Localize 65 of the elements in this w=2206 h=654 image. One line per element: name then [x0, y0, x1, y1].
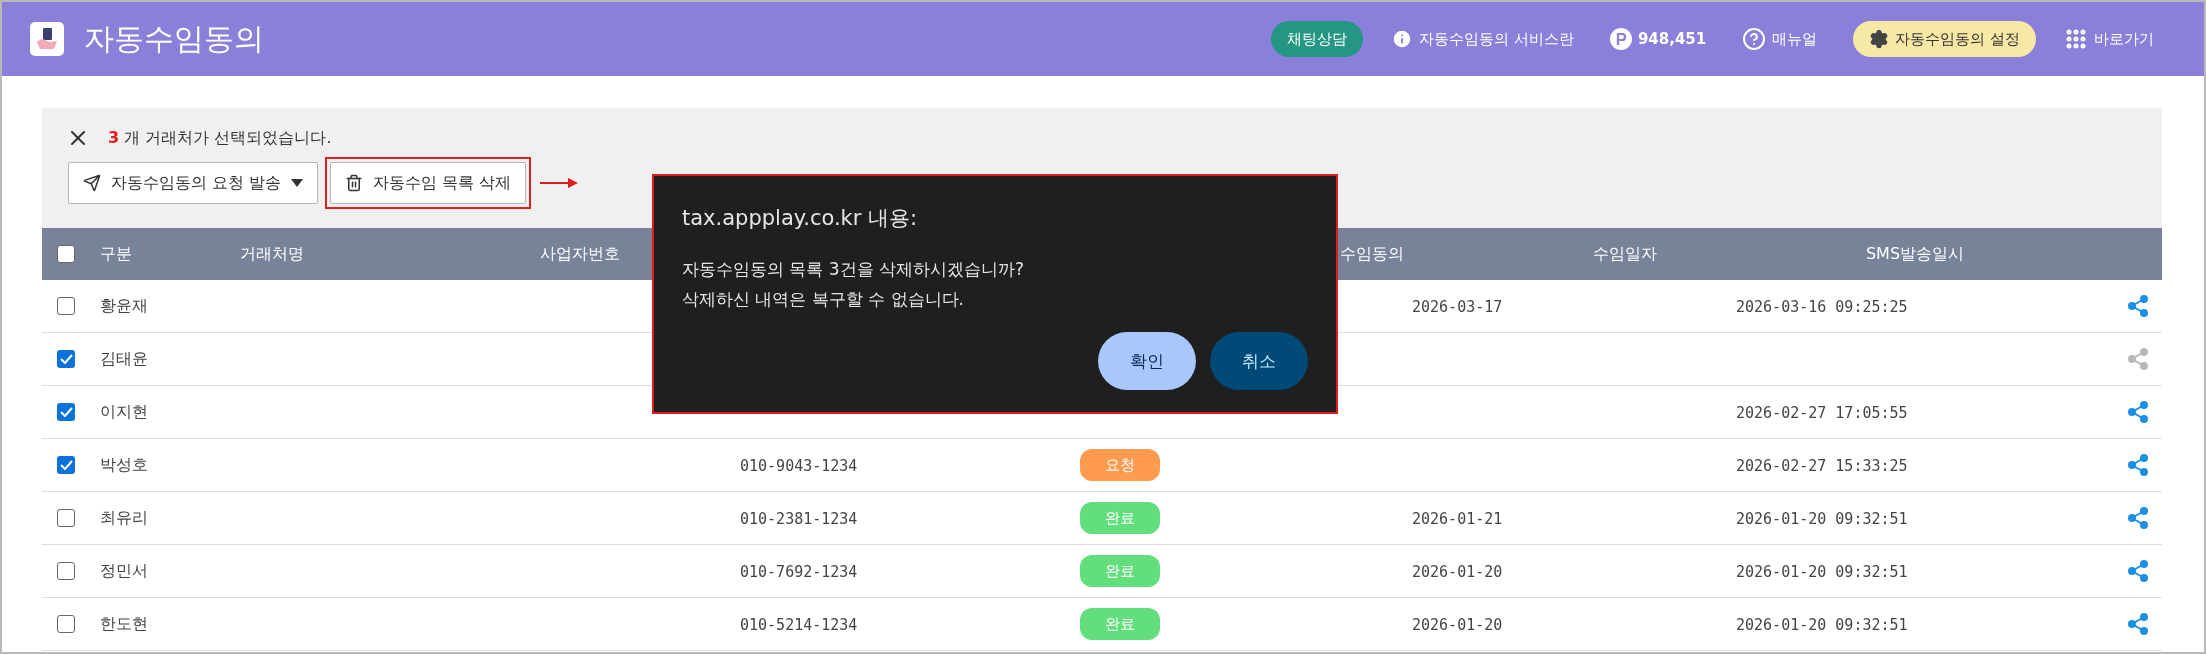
name-cell-text: 박성호: [99, 454, 148, 476]
settings-button[interactable]: 자동수임동의 설정: [1853, 21, 2036, 57]
checkbox[interactable]: [57, 509, 75, 527]
info-icon: [1391, 28, 1414, 50]
confirm-button[interactable]: 확인: [1098, 332, 1196, 390]
column-header: 거래처명: [240, 243, 305, 265]
column-header: 구분: [99, 243, 133, 265]
send-icon: [83, 174, 101, 192]
checkbox[interactable]: [57, 456, 75, 474]
share-icon[interactable]: [2126, 294, 2150, 318]
sms-time-cell: 2026-01-20 09:32:51: [1736, 562, 1908, 581]
grid-icon: [2064, 27, 2088, 51]
column-header: SMS발송일시: [1864, 243, 1966, 265]
help-icon: [1742, 27, 1767, 51]
selection-text: 3 개 거래처가 선택되었습니다.: [108, 127, 332, 149]
checkbox[interactable]: [57, 615, 75, 633]
status-badge: 완료: [1080, 502, 1160, 534]
page-title: 자동수임동의: [84, 19, 264, 58]
share-icon[interactable]: [2126, 400, 2150, 424]
status-badge: 요청: [1080, 449, 1160, 481]
share-icon[interactable]: [2126, 506, 2150, 530]
name-cell-text: 최유리: [99, 507, 148, 529]
share-icon[interactable]: [2126, 559, 2150, 583]
column-header: 수임일자: [1592, 243, 1658, 265]
sms-time-cell: 2026-02-27 15:33:25: [1736, 456, 1908, 475]
delete-button[interactable]: 자동수임 목록 삭제: [330, 162, 527, 204]
settings-icon: [1869, 29, 1890, 49]
name-cell-text: 김태윤: [99, 348, 148, 370]
sms-time-cell: 2026-03-16 09:25:25: [1736, 297, 1908, 316]
trash-icon: [345, 174, 364, 192]
date-cell: 2026-01-20: [1412, 562, 1503, 581]
send-request-button[interactable]: 자동수임동의 요청 발송: [68, 162, 319, 204]
name-cell-text: 한도현: [99, 613, 148, 635]
phone-cell: 010-9043-1234: [740, 456, 858, 475]
logo-icon: [30, 22, 64, 56]
status-badge: 완료: [1080, 608, 1160, 640]
cancel-button[interactable]: 취소: [1210, 332, 1308, 390]
share-icon[interactable]: [2126, 453, 2150, 477]
checkbox[interactable]: [57, 562, 75, 580]
phone-cell: 010-2381-1234: [740, 509, 858, 528]
dialog-title: tax.appplay.co.kr 내용:: [682, 205, 919, 232]
date-cell: 2026-01-21: [1412, 509, 1503, 528]
caret-icon: [291, 179, 304, 187]
chat-button[interactable]: 채팅상담: [1271, 21, 1364, 57]
column-header: 수임동의: [1340, 243, 1405, 265]
points-icon: [1609, 28, 1632, 50]
checkbox[interactable]: [57, 297, 75, 315]
date-cell: 2026-03-17: [1412, 297, 1503, 316]
sms-time-cell: 2026-01-20 09:32:51: [1736, 615, 1908, 634]
sms-time-cell: 2026-02-27 17:05:55: [1736, 403, 1908, 422]
name-cell-text: 황윤재: [99, 295, 148, 317]
dialog-message: 삭제하신 내역은 복구할 수 없습니다.: [682, 288, 966, 311]
date-cell: 2026-01-20: [1412, 615, 1503, 634]
dialog-message: 자동수임동의 목록 3건을 삭제하시겠습니까?: [682, 258, 1026, 281]
sms-time-cell: 2026-01-20 09:32:51: [1736, 509, 1908, 528]
checkbox[interactable]: [57, 350, 75, 368]
checkbox[interactable]: [57, 403, 75, 421]
phone-cell: 010-5214-1234: [740, 615, 858, 634]
status-badge: 완료: [1080, 555, 1160, 587]
column-header: 사업자번호: [540, 243, 621, 265]
checkbox[interactable]: [57, 245, 75, 263]
name-cell-text: 이지현: [99, 401, 148, 423]
name-cell-text: 정민서: [99, 560, 148, 582]
share-icon[interactable]: [2126, 612, 2150, 636]
phone-cell: 010-7692-1234: [740, 562, 858, 581]
